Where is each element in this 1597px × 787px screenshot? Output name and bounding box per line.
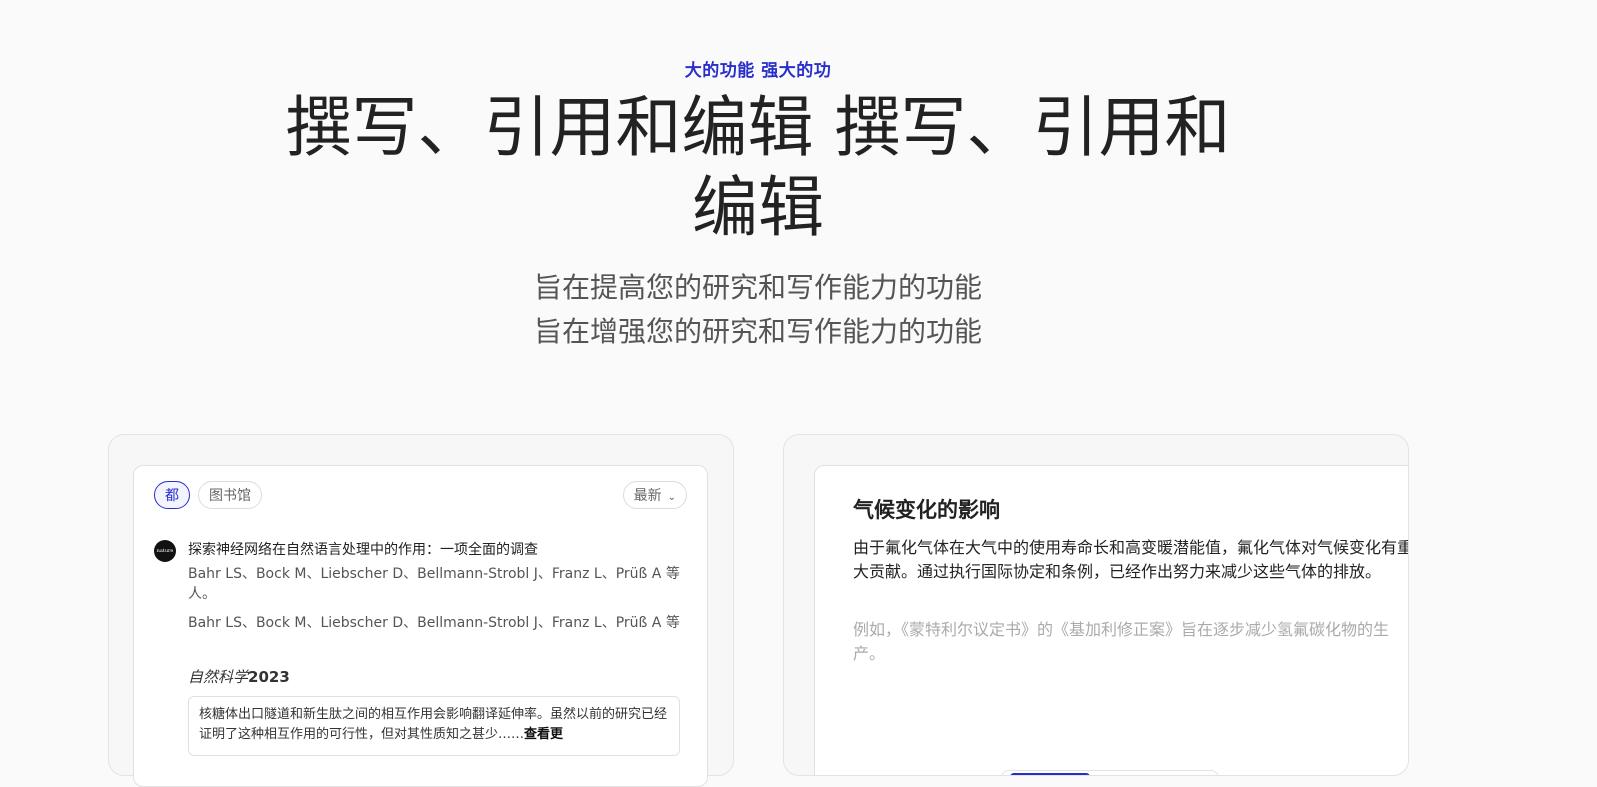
filter-library-button[interactable]: 图书馆	[198, 481, 262, 509]
paper-journal: 自然科学2023	[188, 666, 290, 687]
section-eyebrow: 大的功能 强大的功	[684, 61, 832, 81]
filter-all-button[interactable]: 都	[154, 481, 190, 509]
paper-authors: Bahr LS、Bock M、Liebscher D、Bellmann-Stro…	[188, 566, 680, 602]
library-feature-card: 都 图书馆 最新 ⌄ nature 探索神经网络在自然语言处理中的作用：一项全面的…	[108, 434, 734, 787]
abstract-text: 核糖体出口隧道和新生肽之间的相互作用会影响翻译延伸率。虽然以前的研究已经证明了这…	[199, 707, 668, 742]
editor-panel: 气候变化的影响 由于氟化气体在大气中的使用寿命长和高变暖潜能值，氟化气体对气候变…	[814, 465, 1409, 775]
journal-name: 自然科学	[188, 668, 249, 686]
chevron-down-icon: ⌄	[667, 492, 676, 503]
subheadline-2: 旨在增强您的研究和写作能力的功能	[533, 315, 982, 348]
paper-abstract: 核糖体出口隧道和新生肽之间的相互作用会影响翻译延伸率。虽然以前的研究已经证明了这…	[188, 696, 680, 756]
toolbar-primary-button[interactable]	[1010, 773, 1090, 775]
subheadline-1: 旨在提高您的研究和写作能力的功能	[533, 271, 982, 304]
library-panel: 都 图书馆 最新 ⌄ nature 探索神经网络在自然语言处理中的作用：一项全面的…	[133, 465, 708, 787]
paper-title[interactable]: 探索神经网络在自然语言处理中的作用：一项全面的调查	[188, 539, 538, 559]
journal-logo-icon: nature	[154, 540, 176, 562]
paper-authors-alt: Bahr LS、Bock M、Liebscher D、Bellmann-Stro…	[188, 615, 680, 631]
page-headline: 撰写、引用和编辑 撰写、引用和编辑	[285, 89, 1231, 246]
journal-year: 2023	[248, 668, 290, 686]
sort-label: 最新	[633, 488, 662, 504]
document-paragraph: 由于氟化气体在大气中的使用寿命长和高变暖潜能值，氟化气体对气候变化有重大贡献。通…	[853, 538, 1409, 581]
editor-toolbar	[1001, 770, 1219, 775]
sort-dropdown[interactable]: 最新 ⌄	[622, 481, 687, 509]
document-suggestion: 例如，《蒙特利尔议定书》的《基加利修正案》旨在逐步减少氢氟碳化物的生产。	[853, 620, 1390, 663]
editor-feature-card: 气候变化的影响 由于氟化气体在大气中的使用寿命长和高变暖潜能值，氟化气体对气候变…	[783, 434, 1409, 776]
document-title: 气候变化的影响	[853, 498, 1000, 522]
read-more-link[interactable]: 查看更	[524, 727, 563, 742]
